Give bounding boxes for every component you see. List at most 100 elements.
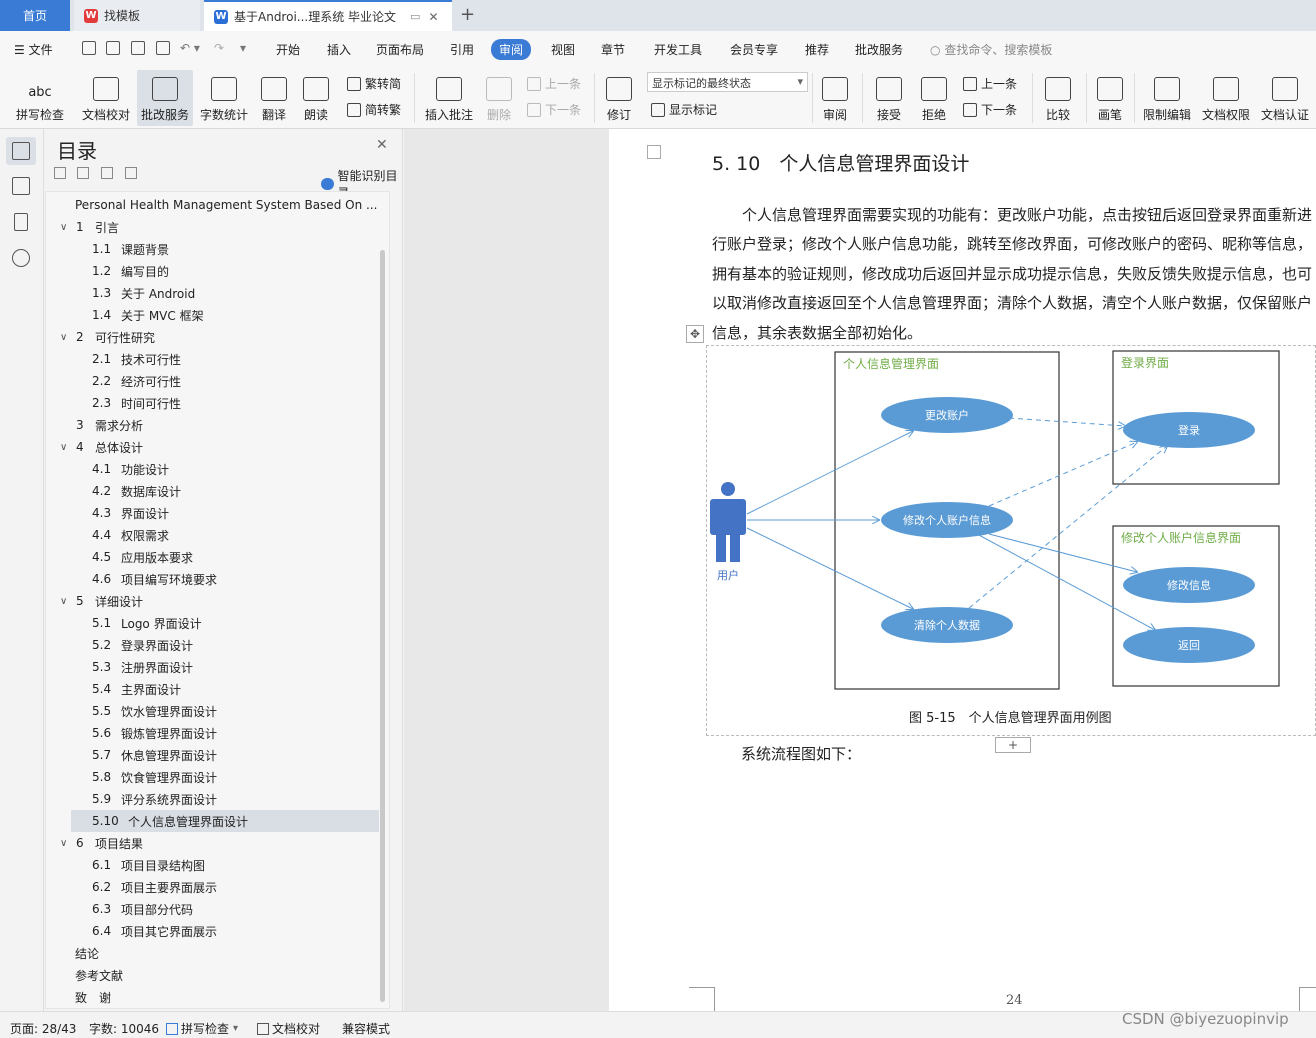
menu-review-service[interactable]: 批改服务 [855,41,903,58]
toc-item[interactable]: 4.3 界面设计 [46,502,386,524]
menu-insert[interactable]: 插入 [327,41,351,58]
collapse-all-icon[interactable] [54,167,66,179]
body-paragraph[interactable]: 个人信息管理界面需要实现的功能有：更改账户功能，点击按钮后返回登录界面重新进行账… [712,201,1316,348]
menu-start[interactable]: 开始 [276,41,300,58]
close-icon[interactable]: ✕ [428,10,438,24]
toc-item[interactable]: ∨ 4 总体设计 [46,436,386,458]
read-aloud-button[interactable]: 朗读 [298,70,334,126]
revise-button[interactable]: 修订 [600,70,638,126]
delete-comment-button[interactable]: 删除 [481,70,517,126]
tab-float-icon[interactable]: ▭ [410,10,420,23]
chapter-nav-icon[interactable] [12,177,30,195]
next-comment-button[interactable]: 下一条 [527,101,581,118]
toc-scrollbar[interactable] [380,250,385,1002]
toc-item[interactable]: 1.4 关于 MVC 框架 [46,304,386,326]
status-doc-proof[interactable]: 文档校对 [257,1020,320,1037]
bookmark-icon[interactable] [14,213,28,231]
translate-button[interactable]: 翻译 [256,70,292,126]
toc-item[interactable]: 5.1 Logo 界面设计 [46,612,386,634]
toc-item[interactable]: 5.4 主界面设计 [46,678,386,700]
toc-item[interactable]: 参考文献 [46,964,386,986]
tab-template[interactable]: W 找模板 [74,0,200,31]
toc-item[interactable]: ∨ 6 项目结果 [46,832,386,854]
print-preview-icon[interactable] [156,41,170,55]
toc-nav-button[interactable] [6,137,36,165]
menu-chapter[interactable]: 章节 [601,41,625,58]
compare-button[interactable]: 比较 [1038,70,1078,126]
toc-item[interactable]: 2.3 时间可行性 [46,392,386,414]
remove-heading-icon[interactable] [125,167,137,179]
doc-proof-button[interactable]: 文档校对 [78,70,134,126]
save-icon[interactable] [82,41,96,55]
page-indicator[interactable]: 页面: 28/43 [10,1020,76,1037]
chevron-down-icon[interactable]: ∨ [60,332,67,343]
toc-item[interactable]: 5.2 登录界面设计 [46,634,386,656]
chevron-down-icon[interactable]: ∨ [60,442,67,453]
doc-permission-button[interactable]: 文档权限 [1199,70,1253,126]
menu-dev-tools[interactable]: 开发工具 [654,41,702,58]
command-search[interactable]: ○ 查找命令、搜索模板 [930,41,1052,58]
toc-item[interactable]: ∨ 1 引言 [46,216,386,238]
chevron-down-icon[interactable]: ∨ [60,222,67,233]
chevron-down-icon[interactable]: ∨ [60,838,67,849]
toc-item[interactable]: 致 谢 [46,986,386,1008]
toc-item[interactable]: 5.9 评分系统界面设计 [46,788,386,810]
toc-item[interactable]: 4.6 项目编写环境要求 [46,568,386,590]
toc-item[interactable]: 5.8 饮食管理界面设计 [46,766,386,788]
prev-change-button[interactable]: 上一条 [963,75,1017,92]
toc-item[interactable]: ∨ 5 详细设计 [46,590,386,612]
toc-item[interactable]: 2.2 经济可行性 [46,370,386,392]
review-service-button[interactable]: 批改服务 [137,70,193,126]
move-handle-icon[interactable]: ✥ [686,325,704,343]
print-icon[interactable] [131,41,145,55]
reject-button[interactable]: 拒绝 [915,70,953,126]
chevron-down-icon[interactable]: ∨ [60,596,67,607]
toc-item[interactable]: 2.1 技术可行性 [46,348,386,370]
tab-home[interactable]: 首页 [0,0,70,31]
expand-up-icon[interactable] [77,167,89,179]
toc-item[interactable]: 5.5 饮水管理界面设计 [46,700,386,722]
toc-item[interactable]: 6.2 项目主要界面展示 [46,876,386,898]
toc-item[interactable]: 3 需求分析 [46,414,386,436]
add-paragraph-button[interactable]: + [995,737,1031,753]
show-markup-button[interactable]: 显示标记 [651,101,717,118]
search-icon[interactable] [12,249,30,267]
doc-certify-button[interactable]: 文档认证 [1258,70,1312,126]
toc-item[interactable]: 结论 [46,942,386,964]
trad-to-simp-button[interactable]: 繁转简 [347,75,401,92]
toc-item[interactable]: 4.4 权限需求 [46,524,386,546]
toc-item[interactable]: 5.3 注册界面设计 [46,656,386,678]
toc-item[interactable]: 5.7 休息管理界面设计 [46,744,386,766]
toc-item[interactable]: 4.5 应用版本要求 [46,546,386,568]
toc-item[interactable]: 5.10 个人信息管理界面设计 [71,810,379,832]
file-menu[interactable]: ☰ 文件 [14,41,53,58]
prev-comment-button[interactable]: 上一条 [527,75,581,92]
undo-icon[interactable]: ↶ ▾ [180,41,200,55]
toc-item[interactable]: 4.2 数据库设计 [46,480,386,502]
toc-item[interactable]: ∨ 2 可行性研究 [46,326,386,348]
toc-item[interactable]: 1.3 关于 Android [46,282,386,304]
word-count-indicator[interactable]: 字数: 10046 [89,1020,159,1037]
menu-view[interactable]: 视图 [551,41,575,58]
menu-member[interactable]: 会员专享 [730,41,778,58]
toc-item[interactable]: 1.2 编写目的 [46,260,386,282]
review-pane-button[interactable]: 审阅 [816,70,854,126]
diagram-frame[interactable]: 个人信息管理界面 登录界面 修改个人账户信息界面 用户 更改账户 修改个人账户信… [706,345,1316,736]
redo-icon[interactable]: ↷ [214,41,224,55]
next-change-button[interactable]: 下一条 [963,101,1017,118]
accept-button[interactable]: 接受 [870,70,908,126]
add-heading-icon[interactable] [101,167,113,179]
new-tab-button[interactable]: + [460,4,475,25]
simp-to-trad-button[interactable]: 简转繁 [347,101,401,118]
tab-document[interactable]: W 基于Androi...理系统 毕业论文 ▭ ✕ [204,0,452,31]
toc-item[interactable]: 6.3 项目部分代码 [46,898,386,920]
menu-review[interactable]: 审阅 [491,39,532,60]
menu-page-layout[interactable]: 页面布局 [376,41,424,58]
toc-item[interactable]: 6.1 项目目录结构图 [46,854,386,876]
toc-item[interactable]: 6.4 项目其它界面展示 [46,920,386,942]
markup-display-select[interactable]: 显示标记的最终状态 ▾ [647,72,808,92]
spell-check-button[interactable]: abc 拼写检查 [8,70,72,126]
toc-item[interactable]: 4.1 功能设计 [46,458,386,480]
menu-recommend[interactable]: 推荐 [805,41,829,58]
pen-button[interactable]: 画笔 [1092,70,1128,126]
